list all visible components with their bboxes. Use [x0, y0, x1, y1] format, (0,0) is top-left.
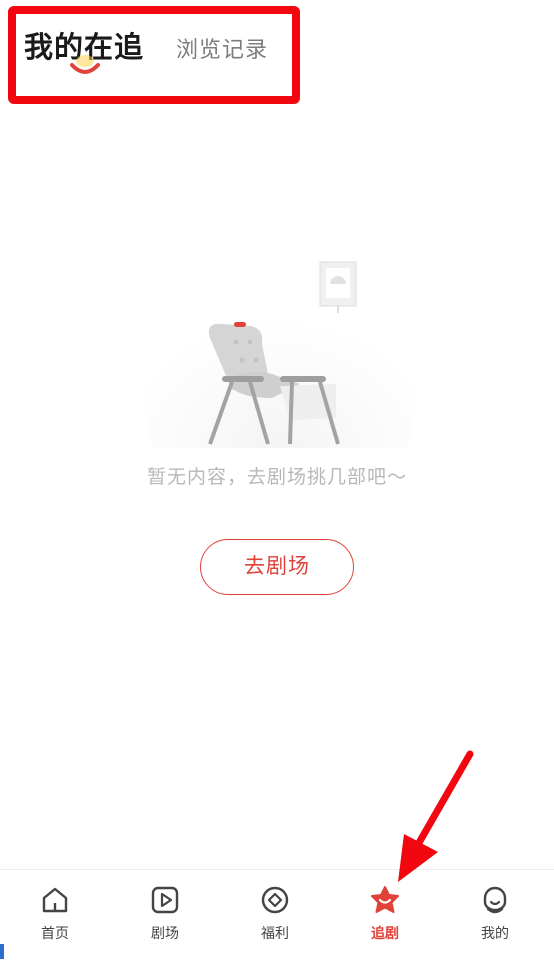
play-icon [151, 886, 179, 914]
bottom-tab-bar: 首页 剧场 福利 追剧 我的 [0, 869, 554, 960]
star-icon [371, 886, 399, 913]
go-to-theater-button[interactable]: 去剧场 [200, 539, 354, 595]
armchair-illustration [145, 261, 415, 448]
tab-theater-label: 剧场 [151, 926, 179, 942]
tab-following[interactable]: 追剧 [330, 870, 440, 960]
empty-state-message: 暂无内容，去剧场挑几部吧～ [146, 466, 407, 488]
tab-theater[interactable]: 剧场 [110, 870, 220, 960]
red-arrow-annotation [398, 750, 474, 882]
top-tabs: 我的在追 浏览记录 [0, 0, 554, 110]
tab-home-label: 首页 [41, 926, 69, 942]
tab-rewards[interactable]: 福利 [220, 870, 330, 960]
tab-rewards-label: 福利 [261, 926, 289, 942]
tab-home[interactable]: 首页 [0, 870, 110, 960]
tab-following-label: 追剧 [371, 926, 399, 942]
tab-profile-label: 我的 [481, 926, 509, 942]
coin-icon [261, 886, 289, 914]
highlight-box-annotation [8, 6, 300, 104]
profile-icon [483, 886, 507, 914]
tab-profile[interactable]: 我的 [440, 870, 550, 960]
home-icon [42, 887, 68, 913]
corner-mark [0, 944, 4, 959]
